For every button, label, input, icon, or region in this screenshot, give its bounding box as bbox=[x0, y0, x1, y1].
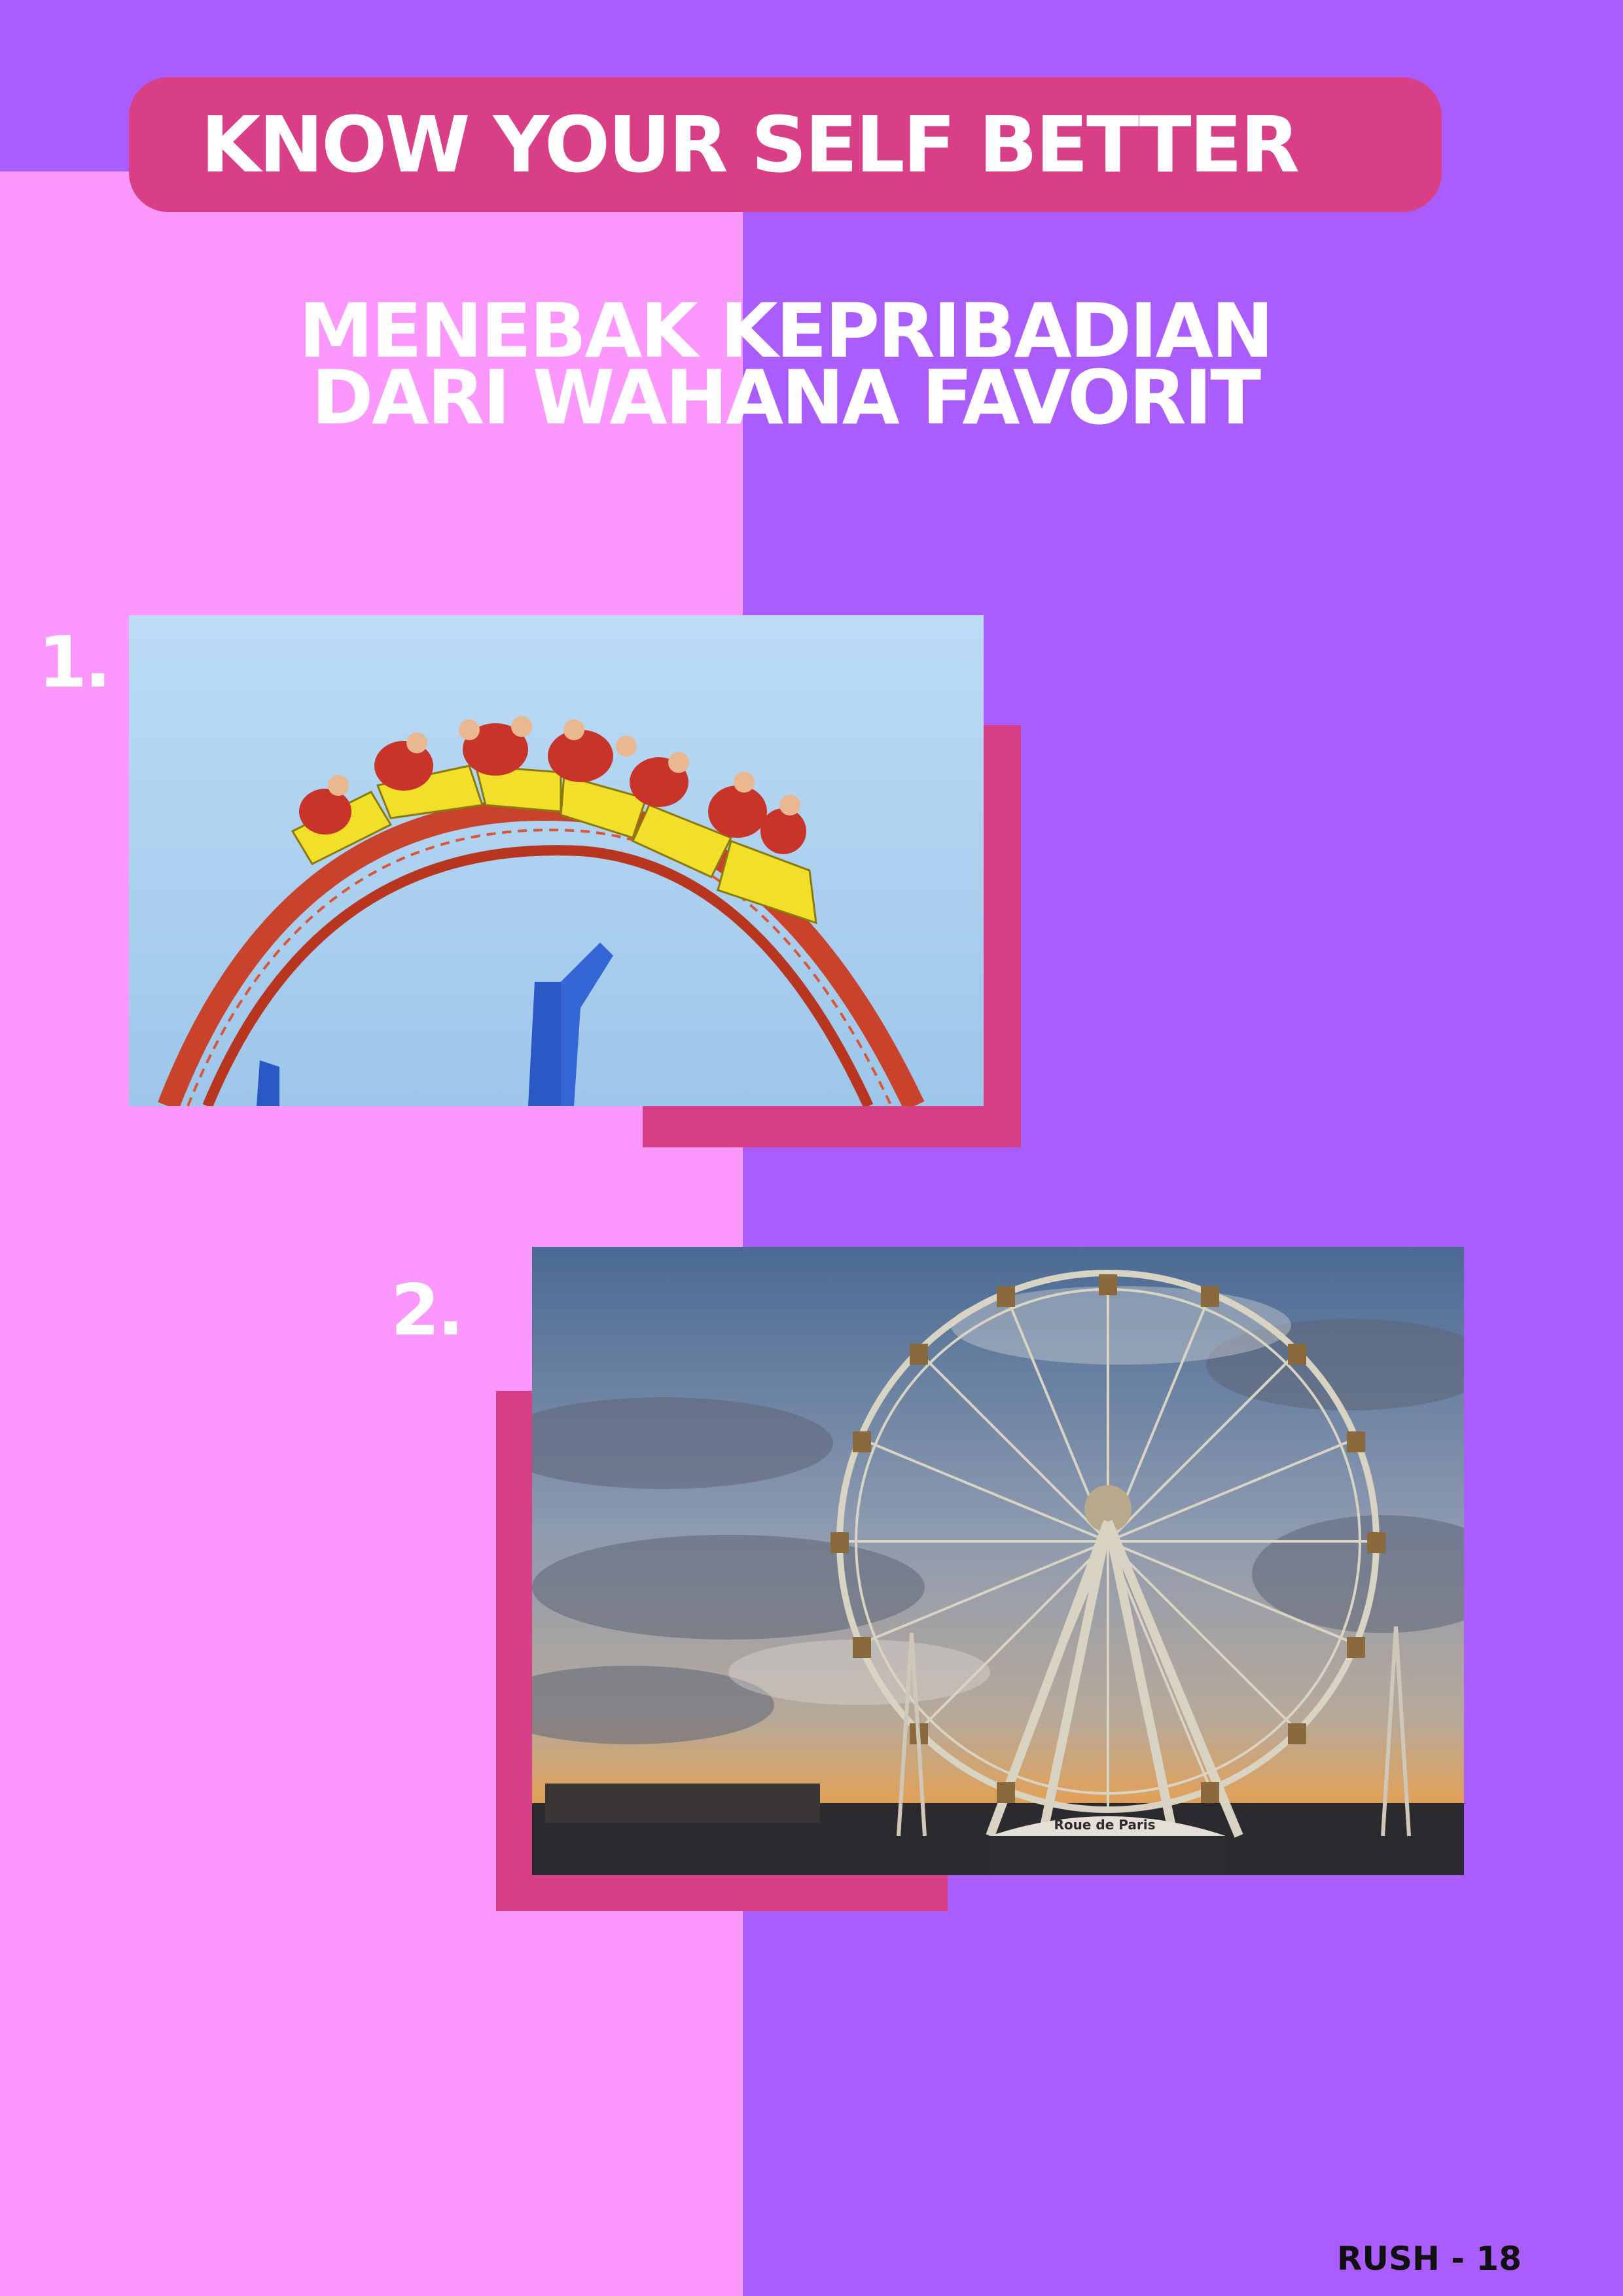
roller-coaster-photo bbox=[129, 615, 984, 1106]
page-title: KNOW YOUR SELF BETTER bbox=[200, 99, 1300, 190]
page-number-label: RUSH - 18 bbox=[1336, 2240, 1522, 2278]
title-banner: KNOW YOUR SELF BETTER bbox=[129, 77, 1442, 212]
item-number-1: 1. bbox=[38, 622, 111, 704]
subtitle-line-2: DARI WAHANA FAVORIT bbox=[312, 354, 1261, 441]
ferris-wheel-photo: Roue de Paris bbox=[532, 1247, 1464, 1875]
item-number-2: 2. bbox=[391, 1270, 464, 1352]
wheel-sign-text: Roue de Paris bbox=[1054, 1817, 1156, 1833]
subtitle: MENEBAK KEPRIBADIAN DARI WAHANA FAVORIT bbox=[0, 294, 1571, 441]
